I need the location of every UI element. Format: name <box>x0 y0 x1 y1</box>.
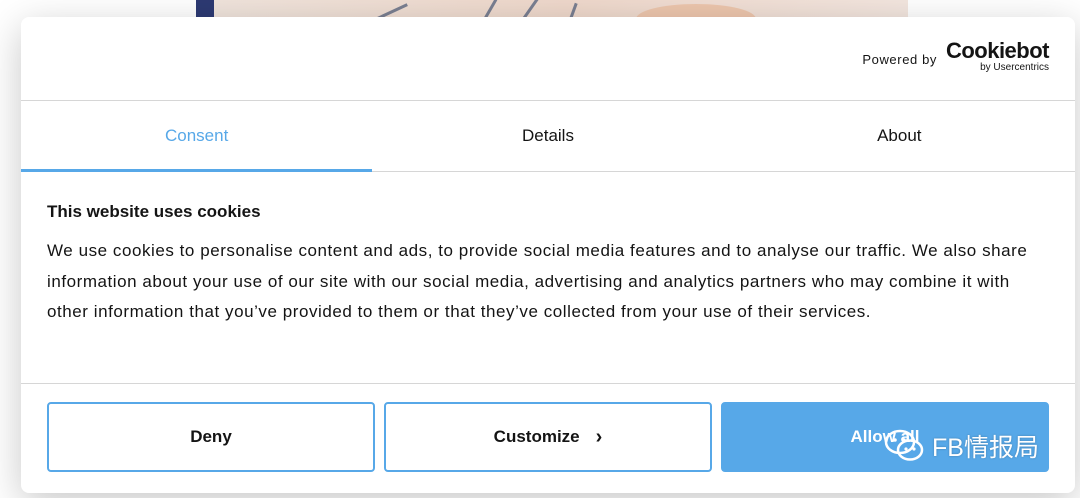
tab-details-label: Details <box>522 126 574 145</box>
logo-main-text: Cookiebot <box>945 38 1050 63</box>
deny-button-label: Deny <box>190 427 232 446</box>
cookie-consent-dialog: Powered by Cookiebot by Usercentrics Con… <box>21 17 1075 493</box>
deny-button[interactable]: Deny <box>47 402 375 472</box>
wechat-icon <box>884 429 924 461</box>
tab-consent-label: Consent <box>165 126 229 145</box>
tab-about-label: About <box>877 126 922 145</box>
watermark-text: FB情报局 <box>932 434 1039 462</box>
customize-button[interactable]: Customize › <box>384 402 712 472</box>
customize-button-label: Customize <box>493 427 580 446</box>
dialog-header: Powered by Cookiebot by Usercentrics <box>21 17 1075 101</box>
consent-heading: This website uses cookies <box>47 202 261 221</box>
cookiebot-logo[interactable]: Cookiebot by Usercentrics <box>945 38 1050 73</box>
tab-about[interactable]: About <box>724 101 1075 171</box>
consent-content: This website uses cookies We use cookies… <box>47 202 1037 328</box>
powered-by-label: Powered by <box>862 52 937 67</box>
consent-body-text: We use cookies to personalise content an… <box>47 241 1028 321</box>
chevron-right-icon: › <box>595 425 603 448</box>
tab-consent[interactable]: Consent <box>21 101 373 172</box>
tab-details[interactable]: Details <box>372 101 723 171</box>
tab-bar: Consent Details About <box>21 101 1075 172</box>
logo-sub-text: by Usercentrics <box>980 62 1049 73</box>
watermark: FB情报局 <box>884 428 1039 464</box>
